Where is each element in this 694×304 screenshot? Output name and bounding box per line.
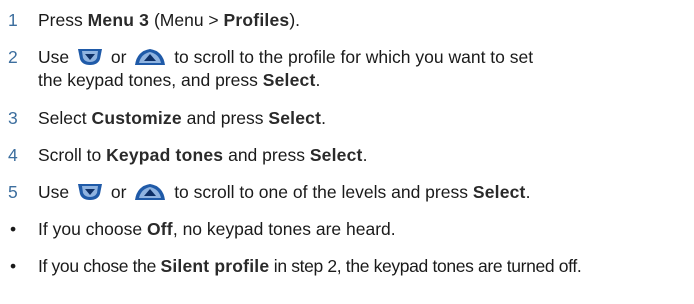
bullet-marker: • <box>10 256 17 276</box>
text: , no keypad tones are heard. <box>172 219 396 239</box>
text: and press <box>181 108 269 128</box>
scroll-down-key-icon <box>76 182 104 202</box>
step-number: 2 <box>8 47 18 67</box>
bullet-marker: • <box>10 219 17 239</box>
scroll-up-key-icon <box>133 182 167 202</box>
text: to scroll to the profile for which you w… <box>174 47 534 67</box>
select-label: Select <box>309 145 363 165</box>
menu-3-label: Menu 3 <box>87 10 150 30</box>
text: Use <box>38 182 70 202</box>
step-text: the keypad tones, and press Select. <box>38 70 320 91</box>
step-number: 5 <box>8 182 18 202</box>
select-label: Select <box>472 182 526 202</box>
profiles-label: Profiles <box>223 10 290 30</box>
text: (Menu > <box>149 10 224 30</box>
text: . <box>315 70 321 90</box>
bullet-text: If you chose the Silent profile in step … <box>38 256 582 277</box>
step-number: 3 <box>8 108 18 128</box>
text: Scroll to <box>38 145 107 165</box>
customize-label: Customize <box>91 108 182 128</box>
text: the keypad tones, and press <box>38 70 263 90</box>
text: Use <box>38 47 70 67</box>
text: . <box>362 145 368 165</box>
bullet-text: If you choose Off, no keypad tones are h… <box>38 219 396 240</box>
step-number: 4 <box>8 145 18 165</box>
text: . <box>525 182 531 202</box>
instruction-list: 1 Press Menu 3 (Menu > Profiles). 2 Use … <box>0 0 694 304</box>
off-label: Off <box>146 219 173 239</box>
step-text: Use or to scroll to the profile for whic… <box>38 47 533 68</box>
text: in step 2, the keypad tones are turned o… <box>269 256 582 276</box>
silent-profile-label: Silent profile <box>160 256 270 276</box>
keypad-tones-label: Keypad tones <box>106 145 224 165</box>
step-number: 1 <box>8 10 18 30</box>
text: If you choose <box>38 219 147 239</box>
step-text: Press Menu 3 (Menu > Profiles). <box>38 10 300 31</box>
text: and press <box>223 145 310 165</box>
scroll-up-key-icon <box>133 47 167 67</box>
text: . <box>321 108 327 128</box>
step-text: Use or to scroll to one of the levels an… <box>38 182 530 203</box>
step-text: Scroll to Keypad tones and press Select. <box>38 145 367 166</box>
text: Press <box>38 10 88 30</box>
select-label: Select <box>268 108 322 128</box>
text: Select <box>38 108 92 128</box>
step-text: Select Customize and press Select. <box>38 108 326 129</box>
select-label: Select <box>262 70 316 90</box>
text: or <box>110 47 127 67</box>
text: ). <box>289 10 301 30</box>
text: or <box>110 182 127 202</box>
text: to scroll to one of the levels and press <box>174 182 473 202</box>
scroll-down-key-icon <box>76 47 104 67</box>
text: If you chose the <box>38 256 161 276</box>
